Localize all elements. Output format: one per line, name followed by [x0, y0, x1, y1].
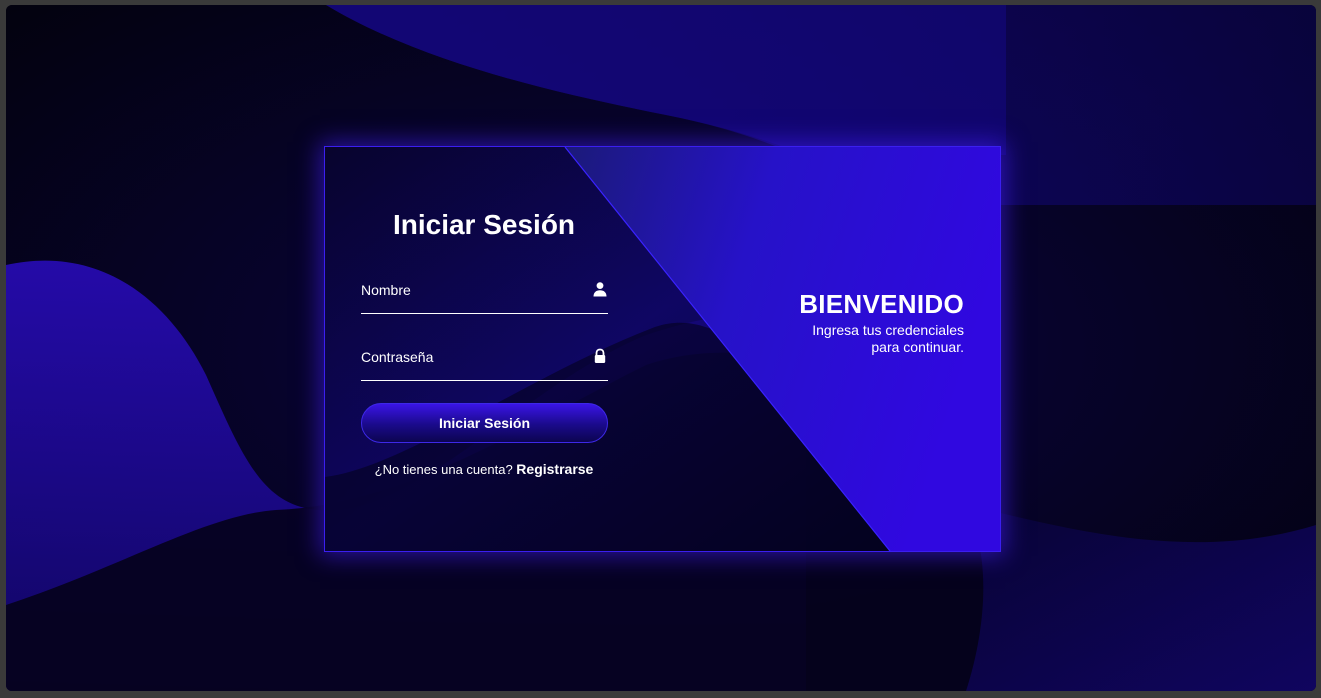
login-button[interactable]: Iniciar Sesión	[361, 403, 608, 443]
login-title: Iniciar Sesión	[392, 209, 576, 240]
welcome-panel: BIENVENIDO Ingresa tus credenciales para…	[794, 289, 964, 356]
register-link[interactable]: Registrarse	[516, 461, 593, 477]
name-field[interactable]: Nombre	[361, 273, 608, 314]
welcome-subtitle: Ingresa tus credenciales para continuar.	[812, 322, 964, 355]
user-icon	[593, 282, 607, 297]
register-prompt-text: ¿No tienes una cuenta?	[374, 462, 517, 477]
password-input[interactable]	[361, 340, 581, 380]
password-field[interactable]: Contraseña	[361, 340, 608, 381]
browser-viewport: Iniciar Sesión Nombre Contraseña Iniciar…	[6, 5, 1316, 691]
welcome-heading: BIENVENIDO	[799, 289, 964, 319]
login-card: Iniciar Sesión Nombre Contraseña Iniciar…	[324, 146, 1001, 552]
name-input[interactable]	[361, 273, 581, 313]
lock-icon	[594, 348, 606, 363]
register-prompt: ¿No tienes una cuenta? Registrarse	[325, 461, 643, 477]
